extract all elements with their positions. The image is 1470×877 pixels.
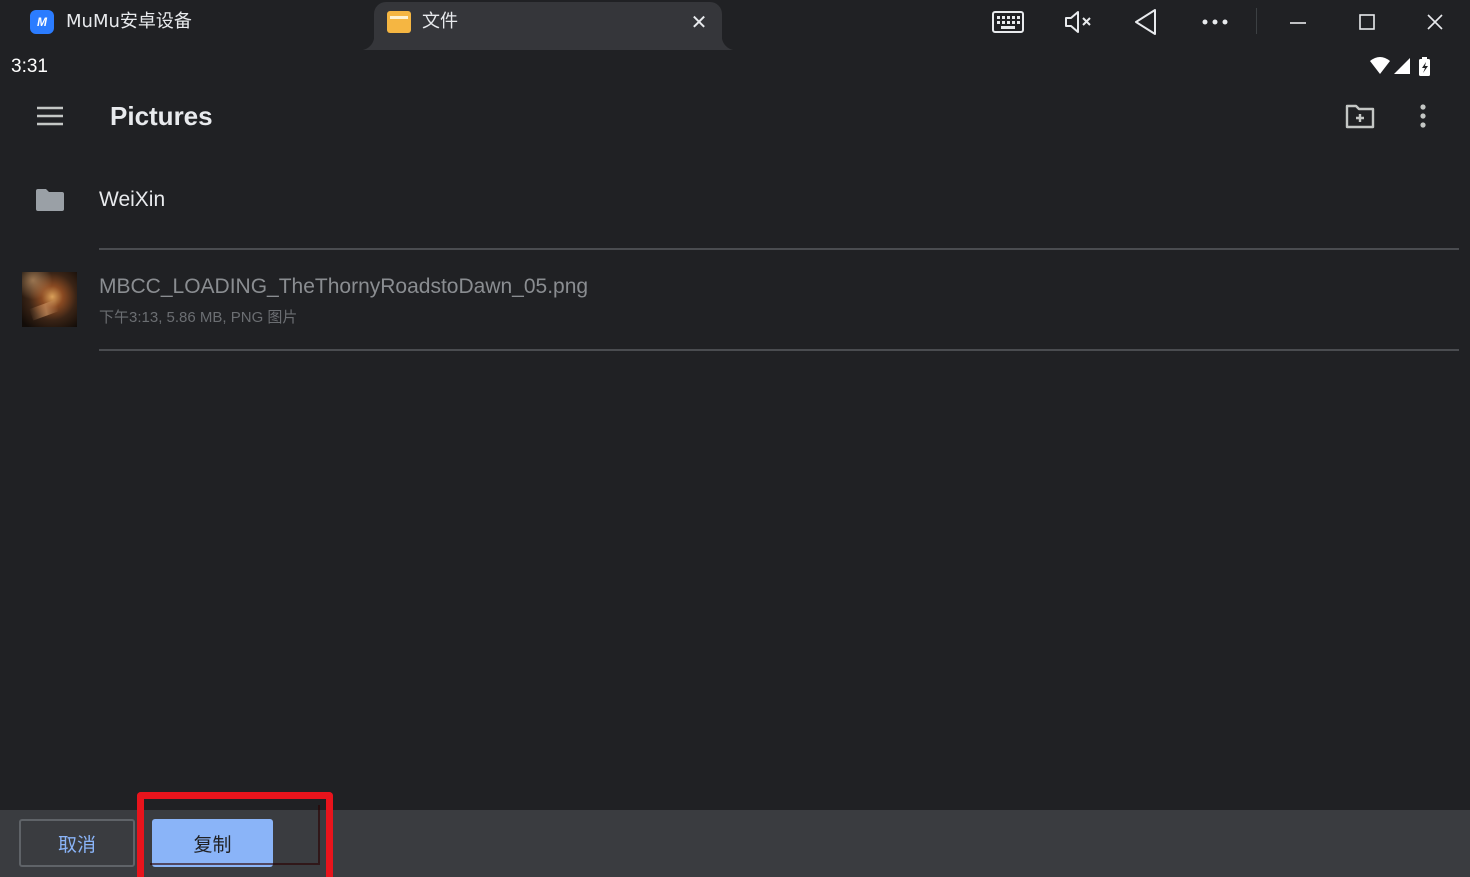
back-triangle-icon — [1135, 9, 1156, 35]
back-button[interactable] — [1123, 4, 1169, 40]
minimize-button[interactable] — [1275, 4, 1321, 40]
file-name: MBCC_LOADING_TheThornyRoadstoDawn_05.png — [99, 275, 589, 298]
tab-close-icon[interactable]: ✕ — [688, 11, 710, 33]
status-time: 3:31 — [11, 56, 48, 77]
page-title: Pictures — [110, 101, 213, 131]
tab-label: 文件 — [422, 11, 458, 32]
battery-charging-icon — [1419, 57, 1430, 76]
copy-button[interactable]: 复制 — [152, 819, 273, 867]
keyboard-icon — [992, 11, 1024, 33]
more-horizontal-icon — [1202, 19, 1228, 25]
cancel-button[interactable]: 取消 — [19, 819, 135, 867]
list-item-folder[interactable]: WeiXin — [0, 160, 1470, 248]
keyboard-button[interactable] — [985, 4, 1031, 40]
maximize-button[interactable] — [1344, 4, 1390, 40]
list-item-file[interactable]: MBCC_LOADING_TheThornyRoadstoDawn_05.png… — [0, 250, 1470, 350]
overflow-menu-button[interactable] — [1404, 96, 1444, 136]
tab-files[interactable]: 文件 ✕ — [360, 2, 736, 50]
folder-name: WeiXin — [99, 188, 166, 211]
new-folder-button[interactable] — [1340, 96, 1380, 136]
menu-icon — [37, 106, 63, 126]
maximize-icon — [1359, 14, 1375, 30]
toolbar-divider — [1256, 8, 1257, 34]
emulator-title-bar: M MuMu安卓设备 文件 ✕ — [0, 0, 1470, 50]
more-menu-button[interactable] — [1192, 4, 1238, 40]
window-close-button[interactable] — [1412, 4, 1458, 40]
folder-icon — [36, 189, 64, 211]
new-folder-icon — [1345, 104, 1375, 129]
more-vertical-icon — [1420, 104, 1426, 128]
file-meta: 下午3:13, 5.86 MB, PNG 图片 — [99, 309, 298, 326]
list-divider — [99, 349, 1459, 351]
mute-icon — [1065, 11, 1091, 33]
image-thumbnail — [22, 272, 77, 327]
navigation-drawer-button[interactable] — [27, 96, 71, 136]
app-title: MuMu安卓设备 — [66, 11, 192, 32]
folder-app-icon — [387, 11, 411, 33]
wifi-icon — [1370, 57, 1390, 74]
signal-icon — [1394, 58, 1410, 74]
status-icons — [1368, 56, 1438, 78]
minimize-icon — [1290, 22, 1306, 24]
close-icon — [1427, 14, 1443, 30]
mumu-logo-icon: M — [30, 10, 54, 34]
mute-button[interactable] — [1055, 4, 1101, 40]
